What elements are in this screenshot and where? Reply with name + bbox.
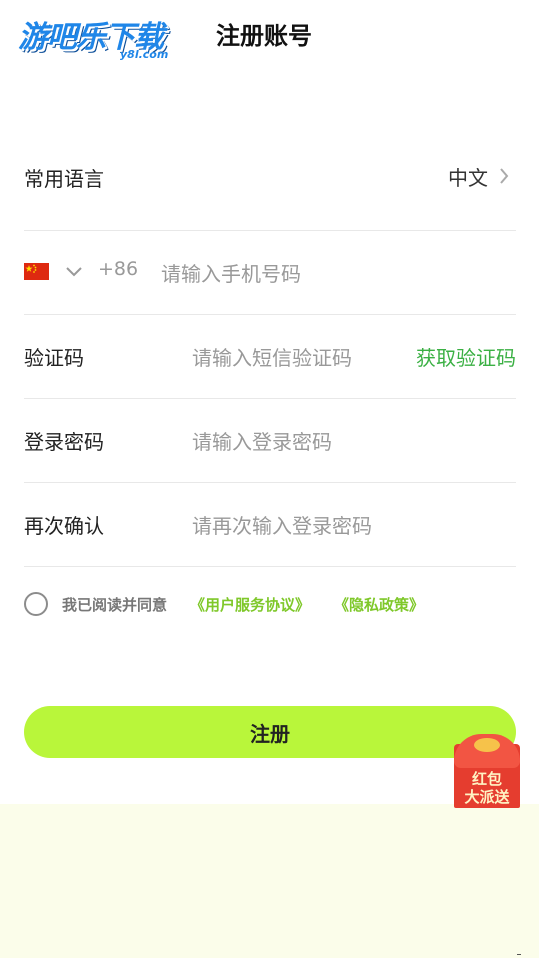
- privacy-policy-link[interactable]: 《隐私政策》: [334, 594, 424, 615]
- gold-coin-icon: [474, 738, 500, 752]
- site-logo: 游吧乐下载 y8l.com: [16, 12, 188, 64]
- country-code[interactable]: +86: [98, 258, 138, 280]
- register-form: 常用语言 中文 +86 请输入手机号码 验证码 请输入短信验证码 获取验证码 登…: [0, 66, 539, 804]
- password-label: 登录密码: [24, 430, 104, 454]
- get-code-button[interactable]: 获取验证码: [416, 342, 516, 371]
- user-agreement-link[interactable]: 《用户服务协议》: [190, 594, 310, 615]
- register-button[interactable]: 注册: [24, 706, 516, 758]
- password-row: 登录密码 请输入登录密码: [24, 399, 516, 483]
- language-value[interactable]: 中文: [448, 162, 488, 191]
- red-packet-promo[interactable]: 红包 大派送: [454, 734, 520, 808]
- agreement-row: 我已阅读并同意 《用户服务协议》 《隐私政策》: [24, 592, 516, 616]
- agreement-text: 我已阅读并同意: [62, 596, 168, 614]
- red-packet-line2: 大派送: [464, 788, 510, 806]
- chevron-right-icon[interactable]: [492, 164, 516, 188]
- corner-mark: [517, 954, 521, 955]
- verification-code-input[interactable]: 请输入短信验证码: [192, 342, 352, 371]
- china-flag-icon[interactable]: [24, 263, 49, 280]
- language-label: 常用语言: [24, 167, 104, 191]
- agree-radio[interactable]: [24, 592, 48, 616]
- verification-row: 验证码 请输入短信验证码 获取验证码: [24, 315, 516, 399]
- confirm-password-input[interactable]: 请再次输入登录密码: [192, 510, 372, 539]
- password-input[interactable]: 请输入登录密码: [192, 426, 332, 455]
- verification-label: 验证码: [24, 346, 84, 370]
- page-title: 注册账号: [216, 22, 312, 50]
- app-header: 游吧乐下载 y8l.com 注册账号: [0, 0, 539, 67]
- logo-subtext: y8l.com: [120, 48, 169, 61]
- chevron-down-icon[interactable]: [64, 261, 84, 281]
- phone-row: +86 请输入手机号码: [24, 231, 516, 315]
- confirm-password-label: 再次确认: [24, 514, 104, 538]
- confirm-password-row: 再次确认 请再次输入登录密码: [24, 483, 516, 567]
- phone-input[interactable]: 请输入手机号码: [161, 258, 301, 287]
- language-row[interactable]: 常用语言 中文: [24, 66, 516, 231]
